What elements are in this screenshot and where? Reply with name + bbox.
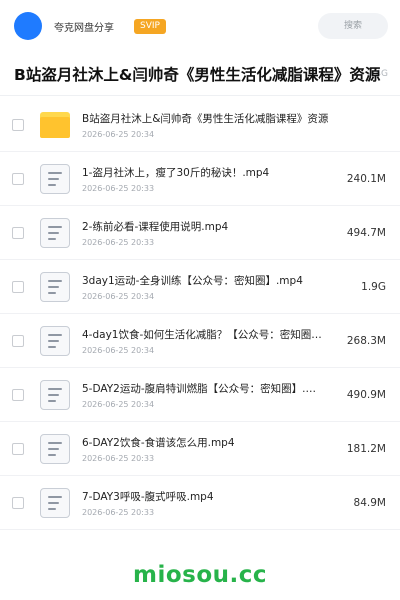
file-info: 2-练前必看-课程使用说明.mp4 2026-06-25 20:33 [82,219,337,247]
file-list: B站盗月社沐上&闫帅奇《男性生活化减脂课程》资源 2026-06-25 20:34… [0,98,400,530]
file-info: 7-DAY3呼吸-腹式呼吸.mp4 2026-06-25 20:33 [82,489,344,517]
row-checkbox[interactable] [12,388,24,401]
file-row[interactable]: 6-DAY2饮食-食谱该怎么用.mp4 2026-06-25 20:33 181.2… [0,422,400,476]
file-row[interactable]: 5-DAY2运动-腹肩特训燃脂【公众号：密知圈】.… 2026-06-25 20:… [0,368,400,422]
file-row[interactable]: 3day1运动-全身训练【公众号：密知圈】.mp4 2026-06-25 20:3… [0,260,400,314]
file-name: 7-DAY3呼吸-腹式呼吸.mp4 [82,490,214,503]
document-icon [38,270,72,304]
file-row[interactable]: 2-练前必看-课程使用说明.mp4 2026-06-25 20:33 494.7M [0,206,400,260]
file-name: 6-DAY2饮食-食谱该怎么用.mp4 [82,436,235,449]
avatar[interactable] [14,12,42,40]
row-checkbox[interactable] [12,226,24,239]
file-info: B站盗月社沐上&闫帅奇《男性生活化减脂课程》资源 2026-06-25 20:34 [82,111,386,139]
file-size: 84.9M [353,496,386,509]
file-date: 2026-06-25 20:34 [82,291,155,301]
svip-badge: SVIP [134,18,166,34]
username: 夸克网盘分享 [54,22,114,34]
file-info: 4-day1饮食-如何生活化减脂？【公众号：密知圈… 2026-06-25 20:… [82,327,337,355]
file-name: 4-day1饮食-如何生活化减脂？【公众号：密知圈… [82,328,322,341]
file-name: 3day1运动-全身训练【公众号：密知圈】.mp4 [82,274,303,287]
file-size: 490.9M [346,388,386,401]
document-icon [38,324,72,358]
document-icon [38,216,72,250]
row-checkbox[interactable] [12,496,24,509]
file-date: 2026-06-25 20:33 [82,453,155,463]
file-info: 6-DAY2饮食-食谱该怎么用.mp4 2026-06-25 20:33 [82,435,337,463]
file-info: 5-DAY2运动-腹肩特训燃脂【公众号：密知圈】.… 2026-06-25 20:… [82,381,337,409]
page-title: B站盗月社沐上&闫帅奇《男性生活化减脂课程》资源 [14,65,381,84]
document-icon [38,486,72,520]
file-name: 2-练前必看-课程使用说明.mp4 [82,220,229,233]
file-info: 1-盗月社沐上，瘦了30斤的秘诀！.mp4 2026-06-25 20:33 [82,165,337,193]
file-date: 2026-06-25 20:34 [82,129,155,139]
file-name: B站盗月社沐上&闫帅奇《男性生活化减脂课程》资源 [82,112,329,125]
file-date: 2026-06-25 20:33 [82,183,155,193]
title-row: B站盗月社沐上&闫帅奇《男性生活化减脂课程》资源 2.4G [0,52,400,96]
file-size: 494.7M [346,226,386,239]
row-checkbox[interactable] [12,118,24,131]
file-name: 1-盗月社沐上，瘦了30斤的秘诀！.mp4 [82,166,270,179]
document-icon [38,378,72,412]
file-date: 2026-06-25 20:34 [82,345,155,355]
row-checkbox[interactable] [12,172,24,185]
folder-row[interactable]: B站盗月社沐上&闫帅奇《男性生活化减脂课程》资源 2026-06-25 20:34 [0,98,400,152]
file-date: 2026-06-25 20:33 [82,507,155,517]
file-size: 268.3M [346,334,386,347]
file-row[interactable]: 1-盗月社沐上，瘦了30斤的秘诀！.mp4 2026-06-25 20:33 240… [0,152,400,206]
search-input[interactable]: 搜索 [318,13,388,39]
document-icon [38,162,72,196]
watermark: miosou.cc [132,562,268,588]
header-bar: 夸克网盘分享 SVIP 搜索 [0,0,400,52]
file-size: 240.1M [346,172,386,185]
file-date: 2026-06-25 20:33 [82,237,155,247]
file-size: 1.9G [361,280,386,293]
row-checkbox[interactable] [12,334,24,347]
file-name: 5-DAY2运动-腹肩特训燃脂【公众号：密知圈】.… [82,382,316,395]
folder-icon [38,108,72,142]
file-info: 3day1运动-全身训练【公众号：密知圈】.mp4 2026-06-25 20:3… [82,273,351,301]
row-checkbox[interactable] [12,442,24,455]
file-date: 2026-06-25 20:34 [82,399,155,409]
row-checkbox[interactable] [12,280,24,293]
file-size: 181.2M [346,442,386,455]
file-row[interactable]: 4-day1饮食-如何生活化减脂？【公众号：密知圈… 2026-06-25 20:… [0,314,400,368]
file-row[interactable]: 7-DAY3呼吸-腹式呼吸.mp4 2026-06-25 20:33 84.9M [0,476,400,530]
document-icon [38,432,72,466]
